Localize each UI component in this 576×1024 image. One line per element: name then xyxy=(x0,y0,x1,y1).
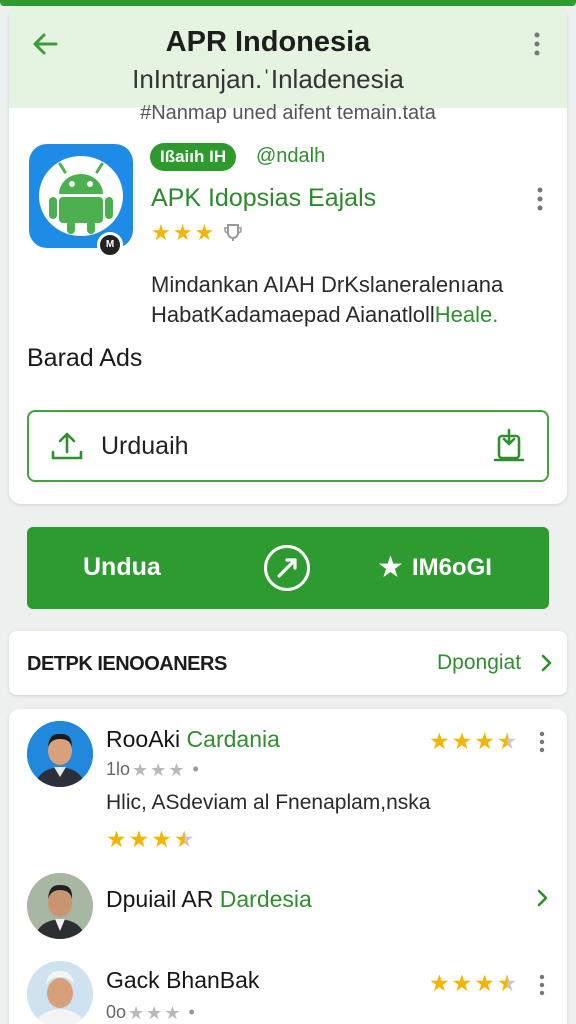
reviewer-first: RooAki xyxy=(106,726,181,752)
page-subtitle: InIntranjan.ˈInladenesia xyxy=(132,64,404,94)
action-bar: Undua ★ IM6oGI xyxy=(27,527,549,609)
reviewer-name: Dpuiail AR Dardesia xyxy=(106,886,312,913)
star-icon: ★ xyxy=(168,759,185,780)
star-icon: ★ xyxy=(151,826,172,852)
star-icon: ★ xyxy=(194,220,215,245)
half-star-icon: ★ xyxy=(496,970,518,996)
download-label: Urduaih xyxy=(101,432,189,460)
section-header: DETPK IENOOANERS Dpongiat xyxy=(9,631,567,695)
meta-dot: • xyxy=(192,759,199,779)
avatar[interactable] xyxy=(27,873,93,939)
android-icon xyxy=(39,156,123,236)
star-icon: ★ xyxy=(429,970,450,996)
reviewer-first: Dpuiail AR xyxy=(106,886,214,912)
person-avatar-icon xyxy=(27,873,93,939)
star-icon: ★ xyxy=(128,826,150,852)
chevron-right-icon[interactable] xyxy=(536,888,550,908)
favorite-button[interactable]: ★ IM6oGI xyxy=(377,551,492,585)
description-line: HabatKadamaepad AianatlollHeale. xyxy=(151,300,551,330)
app-icon-badge: M xyxy=(97,232,123,258)
more-vert-icon[interactable] xyxy=(538,731,546,753)
install-box-icon[interactable] xyxy=(493,428,525,464)
meta-dot: • xyxy=(188,1002,195,1022)
tagline: #Nanmap uned aifent temain.tata xyxy=(140,102,436,124)
app-rating: ★ ★ ★ xyxy=(151,220,244,246)
star-icon: ★ xyxy=(150,759,167,780)
star-icon: ★ xyxy=(451,728,473,754)
reviewer-rating: ★ ★ ★ ★ xyxy=(429,972,518,995)
reviews-list: RooAki Cardania ★ ★ ★ ★ 1lo ★ ★ ★ • Hlic… xyxy=(9,709,567,1024)
app-description: Mindankan AIAH DrKslaneralenıana HabatKa… xyxy=(151,270,551,330)
app-tag-pill: Ißaiıh IH xyxy=(150,143,237,171)
half-star-icon: ★ xyxy=(496,728,518,754)
description-line: Mindankan AIAH DrKslaneralenıana xyxy=(151,272,504,297)
page-title: APR Indonesia xyxy=(165,26,371,58)
developer-handle[interactable]: @ndalh xyxy=(256,145,325,168)
more-vert-icon[interactable] xyxy=(531,30,543,58)
star-icon: ★ xyxy=(429,728,450,754)
share-button[interactable] xyxy=(264,545,310,591)
download-button[interactable]: Urduaih xyxy=(27,410,549,482)
app-detail-card: APR Indonesia InIntranjan.ˈInladenesia #… xyxy=(9,6,567,504)
app-name: APK Idopsias Eajals xyxy=(151,184,377,212)
app-icon[interactable] xyxy=(29,144,133,248)
person-avatar-icon xyxy=(27,721,93,787)
primary-download-button[interactable]: Undua xyxy=(83,553,161,582)
download-icon xyxy=(51,432,83,460)
see-more-link[interactable]: Dpongiat xyxy=(437,651,521,675)
favorite-label: IM6oGI xyxy=(411,554,492,581)
reviewer-name: RooAki Cardania xyxy=(106,726,280,753)
review-inline-rating: ★ ★ ★ ★ xyxy=(106,828,195,851)
review-meta: 0o ★ ★ ★ • xyxy=(106,1002,195,1023)
star-icon: ★ xyxy=(172,220,193,245)
section-title: DETPK IENOOANERS xyxy=(27,653,227,675)
more-vert-icon[interactable] xyxy=(534,186,546,212)
avatar[interactable] xyxy=(27,721,93,787)
half-star-icon: ★ xyxy=(173,826,195,852)
reviewer-accent: Dardesia xyxy=(219,886,312,912)
star-icon: ★ xyxy=(164,1002,181,1023)
star-icon: ★ xyxy=(106,826,127,852)
star-icon: ★ xyxy=(474,970,495,996)
ads-label: Barad Ads xyxy=(27,344,143,372)
review-meta-prefix: 1lo xyxy=(106,759,131,779)
share-icon xyxy=(277,558,297,578)
reviewer-rating: ★ ★ ★ ★ xyxy=(429,730,518,753)
star-icon: ★ xyxy=(377,551,404,584)
reviewer-name: Gack BhanBak xyxy=(106,967,260,993)
star-icon: ★ xyxy=(128,1002,145,1023)
review-meta: 1lo ★ ★ ★ • xyxy=(106,759,199,780)
description-highlight: Heale. xyxy=(434,302,499,327)
star-icon: ★ xyxy=(132,759,149,780)
star-icon: ★ xyxy=(474,728,495,754)
more-vert-icon[interactable] xyxy=(538,974,546,996)
review-meta-prefix: 0o xyxy=(106,1002,127,1022)
reviewer-accent: Cardania xyxy=(186,726,280,752)
description-text: HabatKadamaepad Aianatloll xyxy=(151,302,435,327)
avatar[interactable] xyxy=(27,961,93,1024)
review-text: Hlic, ASdeviam al Fnenaplam,nska xyxy=(106,791,431,814)
star-icon: ★ xyxy=(151,220,171,245)
chevron-right-icon[interactable] xyxy=(540,653,554,673)
person-avatar-icon xyxy=(27,961,93,1024)
star-icon: ★ xyxy=(146,1002,163,1023)
star-icon: ★ xyxy=(451,970,473,996)
award-icon xyxy=(224,224,243,241)
